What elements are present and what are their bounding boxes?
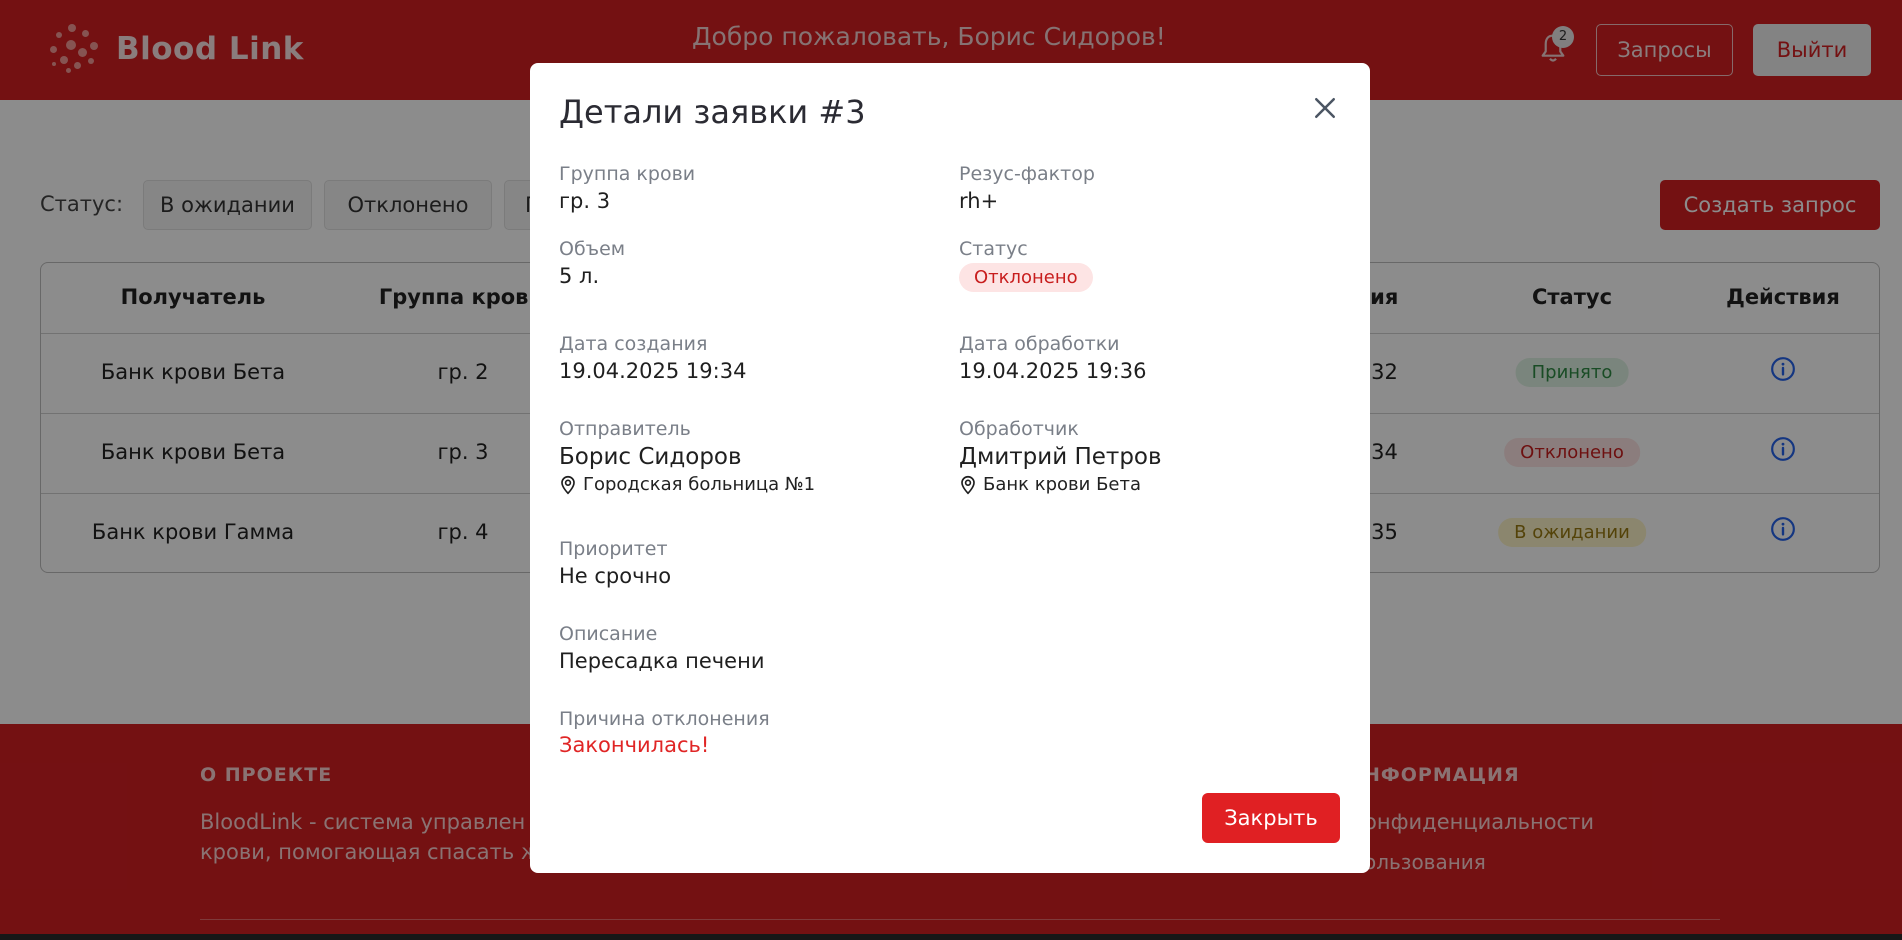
sender-location: Городская больница №1 [559,474,815,495]
handler-label: Обработчик [959,418,1079,440]
created-date-value: 19.04.2025 19:34 [559,359,747,383]
processed-date-value: 19.04.2025 19:36 [959,359,1147,383]
location-pin-icon [561,475,575,494]
status-badge: Отклонено [959,263,1093,292]
rhesus-value: rh+ [959,189,999,213]
reject-reason-label: Причина отклонения [559,708,770,730]
volume-label: Объем [559,238,626,260]
sender-location-text: Городская больница №1 [583,474,816,495]
handler-name: Дмитрий Петров [959,444,1162,470]
handler-location: Банк крови Бета [959,474,1141,495]
handler-location-text: Банк крови Бета [983,474,1142,495]
blood-group-label: Группа крови [559,163,696,185]
rhesus-label: Резус-фактор [959,163,1095,185]
modal-title: Детали заявки #3 [559,93,866,131]
priority-value: Не срочно [559,564,672,588]
sender-name: Борис Сидоров [559,444,742,470]
close-icon[interactable] [1310,93,1340,123]
description-value: Пересадка печени [559,649,765,673]
description-label: Описание [559,623,658,645]
location-pin-icon [961,475,975,494]
blood-group-value: гр. 3 [559,189,611,213]
volume-value: 5 л. [559,264,600,288]
reject-reason-value: Закончилась! [559,733,710,757]
processed-date-label: Дата обработки [959,333,1120,355]
request-details-modal: Детали заявки #3 Группа крови гр. 3 Резу… [530,63,1370,873]
status-label: Статус [959,238,1028,260]
sender-label: Отправитель [559,418,691,440]
priority-label: Приоритет [559,538,668,560]
created-date-label: Дата создания [559,333,708,355]
close-modal-button[interactable]: Закрыть [1202,793,1340,843]
